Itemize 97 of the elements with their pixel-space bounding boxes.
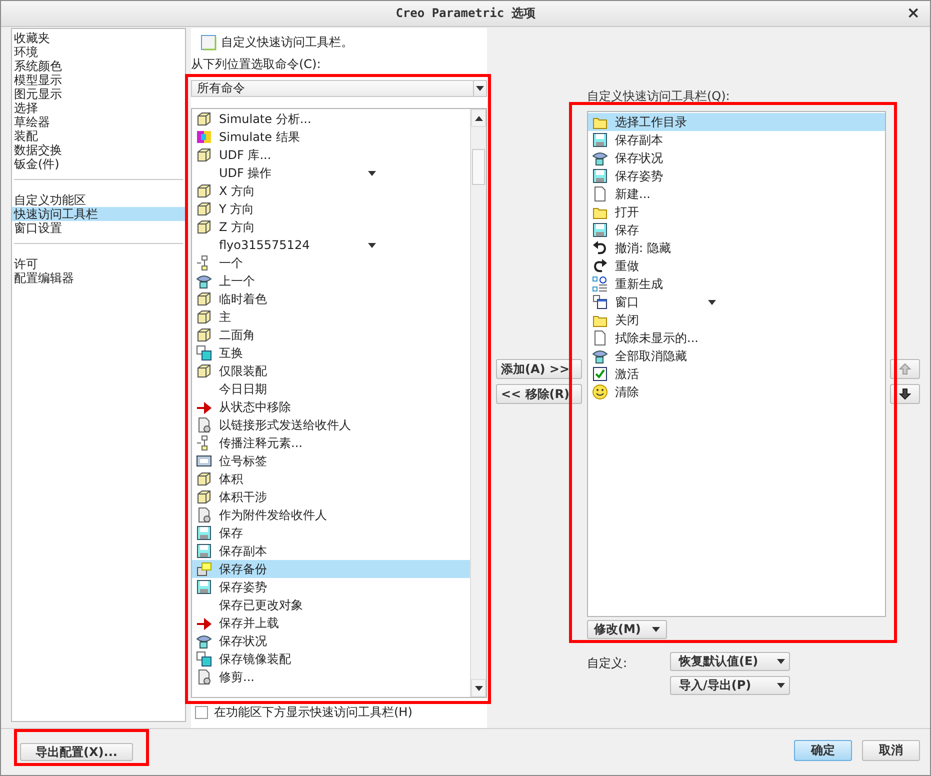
toolbar-icon <box>200 34 217 50</box>
command-item[interactable]: 互换 <box>192 344 470 362</box>
window-icon <box>592 294 608 310</box>
toolbar-item[interactable]: 保存 <box>588 221 885 239</box>
command-item[interactable]: 今日日期 <box>192 380 470 398</box>
category-item[interactable]: 许可 <box>12 257 185 271</box>
command-item[interactable]: UDF 操作 <box>192 164 470 182</box>
section-heading: 自定义快速访问工具栏。 <box>221 34 353 50</box>
toolbar-item[interactable]: 撤消: 隐藏 <box>588 239 885 257</box>
scroll-thumb[interactable] <box>472 149 485 185</box>
customize-label: 自定义: <box>587 655 628 672</box>
checkbox-label: 在功能区下方显示快速访问工具栏(H) <box>214 704 412 721</box>
category-item[interactable]: 配置编辑器 <box>12 271 185 285</box>
command-item[interactable]: 修剪... <box>192 668 470 686</box>
category-item[interactable]: 图元显示 <box>12 87 185 101</box>
command-item[interactable]: 保存状况 <box>192 632 470 650</box>
toolbar-item[interactable]: 打开 <box>588 203 885 221</box>
command-item[interactable]: 保存已更改对象 <box>192 596 470 614</box>
scrollbar[interactable] <box>470 109 486 697</box>
window-title: Creo Parametric 选项 <box>396 5 536 22</box>
command-item[interactable]: 上一个 <box>192 272 470 290</box>
undo-icon <box>592 240 608 256</box>
toolbar-item[interactable]: 重新生成 <box>588 275 885 293</box>
category-item[interactable]: 钣金(件) <box>12 157 185 171</box>
cancel-button[interactable]: 取消 <box>862 740 920 761</box>
document-icon <box>592 330 608 346</box>
command-item[interactable]: 作为附件发给收件人 <box>192 506 470 524</box>
add-button[interactable]: 添加(A) >> <box>496 359 582 379</box>
redo-icon <box>592 258 608 274</box>
remove-button[interactable]: << 移除(R) <box>496 384 582 404</box>
category-item[interactable]: 装配 <box>12 129 185 143</box>
command-item[interactable]: 临时着色 <box>192 290 470 308</box>
category-item[interactable]: 选择 <box>12 101 185 115</box>
toolbar-item[interactable]: 清除 <box>588 383 885 401</box>
toolbar-item[interactable]: 新建... <box>588 185 885 203</box>
eye-icon <box>592 150 608 166</box>
smiley-icon <box>592 384 608 400</box>
toolbar-item[interactable]: 选择工作目录 <box>588 113 885 131</box>
restore-defaults-button[interactable]: 恢复默认值(E) <box>670 652 790 671</box>
command-item[interactable]: 体积干涉 <box>192 488 470 506</box>
document-icon <box>592 186 608 202</box>
toolbar-item[interactable]: 拭除未显示的... <box>588 329 885 347</box>
command-item[interactable]: 体积 <box>192 470 470 488</box>
checkbox-icon <box>592 366 608 382</box>
command-item[interactable]: 二面角 <box>192 326 470 344</box>
category-item[interactable]: 环境 <box>12 45 185 59</box>
toolbar-label: 自定义快速访问工具栏(Q): <box>587 88 731 105</box>
command-item[interactable]: Y 方向 <box>192 200 470 218</box>
source-label: 从下列位置选取命令(C): <box>191 56 322 73</box>
command-item[interactable]: 保存副本 <box>192 542 470 560</box>
command-item[interactable]: 仅限装配 <box>192 362 470 380</box>
command-item[interactable]: 保存姿势 <box>192 578 470 596</box>
eye-icon <box>592 348 608 364</box>
toolbar-item[interactable]: 保存副本 <box>588 131 885 149</box>
command-item[interactable]: 一个 <box>192 254 470 272</box>
command-item[interactable]: Z 方向 <box>192 218 470 236</box>
command-item[interactable]: 以链接形式发送给收件人 <box>192 416 470 434</box>
category-item[interactable]: 快速访问工具栏 <box>12 207 185 221</box>
command-item[interactable]: 保存备份 <box>192 560 470 578</box>
category-item[interactable]: 自定义功能区 <box>12 193 185 207</box>
toolbar-item[interactable]: 窗口 <box>588 293 885 311</box>
import-export-button[interactable]: 导入/导出(P) <box>670 676 790 695</box>
command-item[interactable]: 保存镜像装配 <box>192 650 470 668</box>
command-item[interactable]: 主 <box>192 308 470 326</box>
hierarchy-icon <box>592 276 608 292</box>
command-item[interactable]: Simulate 结果 <box>192 128 470 146</box>
command-item[interactable]: 位号标签 <box>192 452 470 470</box>
command-item[interactable]: X 方向 <box>192 182 470 200</box>
toolbar-item[interactable]: 关闭 <box>588 311 885 329</box>
category-item[interactable]: 收藏夹 <box>12 31 185 45</box>
command-item[interactable]: flyo315575124 <box>192 236 470 254</box>
category-item[interactable]: 窗口设置 <box>12 221 185 235</box>
category-item[interactable]: 模型显示 <box>12 73 185 87</box>
command-item[interactable]: 从状态中移除 <box>192 398 470 416</box>
toolbar-item[interactable]: 全部取消隐藏 <box>588 347 885 365</box>
command-dropdown[interactable]: 所有命令 <box>191 80 487 97</box>
modify-button[interactable]: 修改(M) <box>587 620 667 639</box>
export-config-button[interactable]: 导出配置(X)... <box>20 743 133 761</box>
command-item[interactable]: 保存 <box>192 524 470 542</box>
category-item[interactable]: 系统颜色 <box>12 59 185 73</box>
command-item[interactable]: 保存并上载 <box>192 614 470 632</box>
command-item[interactable]: Simulate 分析... <box>192 110 470 128</box>
command-item[interactable]: UDF 库... <box>192 146 470 164</box>
category-item[interactable]: 数据交换 <box>12 143 185 157</box>
up-arrow-icon <box>899 363 911 375</box>
command-item[interactable]: 传播注释元素... <box>192 434 470 452</box>
category-item[interactable]: 草绘器 <box>12 115 185 129</box>
close-button[interactable]: × <box>904 3 922 22</box>
move-down-button[interactable] <box>890 384 920 404</box>
toolbar-item[interactable]: 激活 <box>588 365 885 383</box>
move-up-button[interactable] <box>890 359 920 379</box>
ok-button[interactable]: 确定 <box>794 740 852 761</box>
toolbar-item[interactable]: 保存状况 <box>588 149 885 167</box>
checkbox[interactable] <box>195 706 208 719</box>
toolbar-item[interactable]: 重做 <box>588 257 885 275</box>
down-arrow-icon <box>899 388 911 400</box>
toolbar-item[interactable]: 保存姿势 <box>588 167 885 185</box>
